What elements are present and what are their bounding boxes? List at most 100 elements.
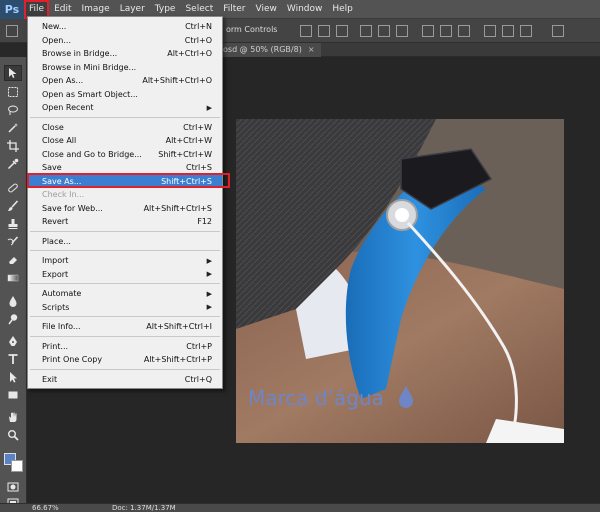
eraser-tool-icon[interactable] xyxy=(4,252,22,268)
menu-item-label: Close All xyxy=(42,136,77,145)
menu-separator xyxy=(30,230,220,232)
align-bottom-icon[interactable] xyxy=(336,25,348,37)
menu-item-print[interactable]: Print... Ctrl+P xyxy=(28,340,222,353)
watermark-text: Marca d’água xyxy=(248,386,414,410)
distribute-top-icon[interactable] xyxy=(422,25,434,37)
magic-wand-tool-icon[interactable] xyxy=(4,120,22,136)
document-tab-label: osd @ 50% (RGB/8) xyxy=(223,45,302,54)
marquee-tool-icon[interactable] xyxy=(4,84,22,100)
document-tab[interactable]: osd @ 50% (RGB/8) × xyxy=(217,43,321,57)
menu-view[interactable]: View xyxy=(251,0,282,19)
align-left-icon[interactable] xyxy=(360,25,372,37)
document-size[interactable]: Doc: 1.37M/1.37M xyxy=(112,504,176,512)
menu-item-shortcut: Ctrl+O xyxy=(184,35,212,45)
menu-item-shortcut: Ctrl+P xyxy=(186,341,212,351)
distribute-bottom-icon[interactable] xyxy=(458,25,470,37)
history-brush-tool-icon[interactable] xyxy=(4,234,22,250)
menu-item-label: Save for Web... xyxy=(42,203,103,213)
background-color-swatch[interactable] xyxy=(11,460,23,472)
tool-preset-icon[interactable] xyxy=(6,25,18,37)
menu-window[interactable]: Window xyxy=(282,0,328,19)
menu-item-save-as[interactable]: Save As... Shift+Ctrl+S xyxy=(28,174,222,188)
path-selection-tool-icon[interactable] xyxy=(4,369,22,385)
menu-item-shortcut: Ctrl+Q xyxy=(184,374,212,384)
crop-tool-icon[interactable] xyxy=(4,138,22,154)
zoom-tool-icon[interactable] xyxy=(4,427,22,443)
menu-item-close[interactable]: Close Ctrl+W xyxy=(28,121,222,134)
zoom-level[interactable]: 66.67% xyxy=(32,504,59,512)
menu-item-check-in: Check In... xyxy=(28,188,222,201)
pen-tool-icon[interactable] xyxy=(4,333,22,349)
menu-item-shortcut: F12 xyxy=(197,217,212,226)
brush-tool-icon[interactable] xyxy=(4,198,22,214)
menu-item-label: Save As... xyxy=(42,176,82,186)
menu-item-automate[interactable]: Automate ▶ xyxy=(28,287,222,300)
menu-item-label: Print... xyxy=(42,341,69,351)
dodge-tool-icon[interactable] xyxy=(4,311,22,327)
align-horizontal-center-icon[interactable] xyxy=(378,25,390,37)
menu-item-open-as-smart-object[interactable]: Open as Smart Object... xyxy=(28,88,222,101)
menu-item-exit[interactable]: Exit Ctrl+Q xyxy=(28,373,222,386)
menu-item-close-and-go-to-bridge[interactable]: Close and Go to Bridge... Shift+Ctrl+W xyxy=(28,148,222,161)
menu-item-file-info[interactable]: File Info... Alt+Shift+Ctrl+I xyxy=(28,320,222,333)
menu-item-label: Check In... xyxy=(42,190,85,199)
align-right-icon[interactable] xyxy=(396,25,408,37)
menu-item-shortcut: Ctrl+W xyxy=(183,122,212,132)
menu-separator xyxy=(30,368,220,370)
align-top-icon[interactable] xyxy=(300,25,312,37)
menu-item-save-for-web[interactable]: Save for Web... Alt+Shift+Ctrl+S xyxy=(28,202,222,215)
submenu-arrow-icon: ▶ xyxy=(206,103,212,112)
menu-filter[interactable]: Filter xyxy=(218,0,250,19)
menu-help[interactable]: Help xyxy=(327,0,358,19)
watermark-label: Marca d’água xyxy=(248,386,384,410)
menu-item-browse-in-bridge[interactable]: Browse in Bridge... Alt+Ctrl+O xyxy=(28,47,222,60)
menu-item-revert[interactable]: Revert F12 xyxy=(28,215,222,228)
menu-item-open[interactable]: Open... Ctrl+O xyxy=(28,34,222,47)
blur-tool-icon[interactable] xyxy=(4,293,22,309)
menu-item-new[interactable]: New... Ctrl+N xyxy=(28,20,222,33)
menu-item-open-as[interactable]: Open As... Alt+Shift+Ctrl+O xyxy=(28,74,222,87)
submenu-arrow-icon: ▶ xyxy=(206,289,212,298)
gradient-tool-icon[interactable] xyxy=(4,270,22,286)
menu-item-label: Print One Copy xyxy=(42,355,103,364)
menu-item-export[interactable]: Export ▶ xyxy=(28,268,222,281)
menu-item-label: Open... xyxy=(42,35,71,45)
move-tool-icon[interactable] xyxy=(4,65,22,81)
type-tool-icon[interactable] xyxy=(4,351,22,367)
menu-item-shortcut: Alt+Ctrl+O xyxy=(167,49,212,58)
menu-item-label: Browse in Bridge... xyxy=(42,49,118,58)
hand-tool-icon[interactable] xyxy=(4,409,22,425)
menu-item-shortcut: Alt+Ctrl+W xyxy=(165,136,212,145)
show-transform-controls-label[interactable]: orm Controls xyxy=(226,25,277,34)
distribute-vertical-center-icon[interactable] xyxy=(440,25,452,37)
menu-item-label: Export xyxy=(42,269,69,279)
menu-item-label: New... xyxy=(42,22,67,31)
menu-item-print-one-copy[interactable]: Print One Copy Alt+Shift+Ctrl+P xyxy=(28,353,222,366)
clone-stamp-tool-icon[interactable] xyxy=(4,216,22,232)
menu-item-close-all[interactable]: Close All Alt+Ctrl+W xyxy=(28,134,222,147)
distribute-horizontal-center-icon[interactable] xyxy=(502,25,514,37)
quick-mask-icon[interactable] xyxy=(4,479,22,495)
menu-item-import[interactable]: Import ▶ xyxy=(28,254,222,267)
close-tab-icon[interactable]: × xyxy=(308,45,315,54)
menu-item-label: Browse in Mini Bridge... xyxy=(42,62,137,72)
menu-item-place[interactable]: Place... xyxy=(28,235,222,248)
shape-tool-icon[interactable] xyxy=(4,387,22,403)
menu-item-label: Open Recent xyxy=(42,103,94,112)
menu-separator xyxy=(30,335,220,337)
distribute-right-icon[interactable] xyxy=(520,25,532,37)
menu-separator xyxy=(30,283,220,284)
menu-item-scripts[interactable]: Scripts ▶ xyxy=(28,301,222,314)
healing-brush-tool-icon[interactable] xyxy=(4,180,22,196)
menu-item-shortcut: Ctrl+N xyxy=(185,22,212,31)
distribute-left-icon[interactable] xyxy=(484,25,496,37)
status-bar: 66.67% Doc: 1.37M/1.37M xyxy=(0,503,600,512)
eyedropper-tool-icon[interactable] xyxy=(4,156,22,172)
menu-item-save[interactable]: Save Ctrl+S xyxy=(28,161,222,174)
align-vertical-center-icon[interactable] xyxy=(318,25,330,37)
menu-item-browse-in-mini-bridge[interactable]: Browse in Mini Bridge... xyxy=(28,61,222,74)
menu-item-label: Open as Smart Object... xyxy=(42,89,138,99)
menu-item-open-recent[interactable]: Open Recent ▶ xyxy=(28,101,222,114)
lasso-tool-icon[interactable] xyxy=(4,102,22,118)
auto-align-layers-icon[interactable] xyxy=(552,25,564,37)
